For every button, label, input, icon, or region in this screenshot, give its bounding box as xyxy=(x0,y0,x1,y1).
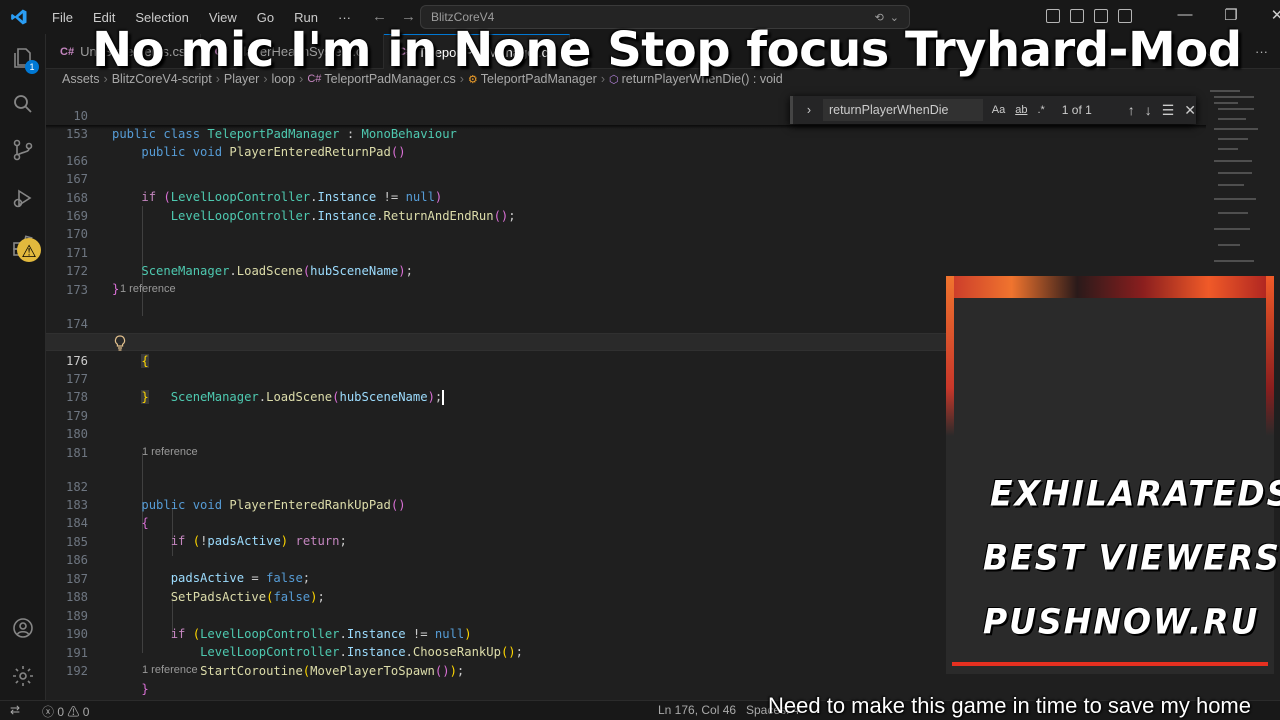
remote-indicator-icon[interactable]: ⇄ xyxy=(10,703,20,717)
code-line: 168 LevelLoopController.Instance.ReturnA… xyxy=(46,171,1206,223)
layout-controls xyxy=(1046,9,1132,23)
warning-icon: ⚠ xyxy=(67,705,80,719)
code-line: 169 xyxy=(46,189,1206,223)
code-line: 166 xyxy=(46,134,1206,168)
whole-word-toggle[interactable]: ab xyxy=(1012,103,1030,117)
activity-bar: 1 ⚠ xyxy=(0,34,46,700)
stream-subtitle-caption: Need to make this game in time to save m… xyxy=(768,693,1251,718)
error-count: 0 xyxy=(57,705,65,719)
account-icon[interactable] xyxy=(9,614,37,642)
explorer-icon[interactable]: 1 xyxy=(9,44,39,74)
code-text: } xyxy=(112,282,120,296)
close-button[interactable]: ✕ xyxy=(1254,6,1280,24)
find-input-value: returnPlayerWhenDie xyxy=(828,103,949,117)
explorer-badge: 1 xyxy=(25,60,39,74)
extensions-icon[interactable]: ⚠ xyxy=(9,232,41,262)
find-buttons: ↑ ↓ ☰ ✕ xyxy=(1128,102,1196,119)
overlay-best-viewers: BEST VIEWERS xyxy=(983,537,1280,578)
code-line: 171 SceneManager.LoadScene(hubSceneName)… xyxy=(46,226,1206,278)
more-actions-icon[interactable]: ··· xyxy=(1255,44,1268,60)
find-widget: › returnPlayerWhenDie Aa ab .* 1 of 1 ↑ … xyxy=(790,96,1196,124)
webcam-frame-right xyxy=(1266,276,1274,436)
find-input[interactable]: returnPlayerWhenDie xyxy=(822,99,983,121)
regex-toggle[interactable]: .* xyxy=(1034,103,1047,117)
match-count: 1 of 1 xyxy=(1061,103,1092,117)
run-debug-icon[interactable] xyxy=(9,184,37,212)
svg-text:⚠: ⚠ xyxy=(21,241,36,261)
toggle-sidebar-icon[interactable] xyxy=(1070,9,1084,23)
source-control-icon[interactable] xyxy=(9,136,37,164)
vscode-logo-icon xyxy=(8,6,30,28)
lightbulb-icon[interactable] xyxy=(114,335,126,351)
sticky-scroll-shadow xyxy=(46,125,1206,129)
problems-indicator[interactable]: ⓧ 0 ⚠ 0 xyxy=(42,703,89,720)
warning-badge-icon: ⚠ xyxy=(17,238,41,262)
overlay-streamer-name: EXHILARATEDSI xyxy=(990,473,1280,514)
menu-file[interactable]: File xyxy=(42,10,83,25)
match-case-toggle[interactable]: Aa xyxy=(989,103,1008,117)
settings-gear-icon[interactable] xyxy=(9,662,37,690)
customize-layout-icon[interactable] xyxy=(1046,9,1060,23)
stream-title-caption: No mic I'm in None Stop focus Tryhard-Mo… xyxy=(92,22,1242,78)
next-match-icon[interactable]: ↓ xyxy=(1145,102,1152,119)
toggle-panel-icon[interactable] xyxy=(1094,9,1108,23)
find-options: Aa ab .* xyxy=(989,103,1048,117)
toggle-secondary-sidebar-icon[interactable] xyxy=(1118,9,1132,23)
find-in-selection-icon[interactable]: ☰ xyxy=(1162,102,1175,119)
error-icon: ⓧ xyxy=(42,705,55,719)
code-line: 170 xyxy=(46,207,1206,241)
overlay-promo: PUSHNOW.RU xyxy=(983,601,1260,642)
previous-match-icon[interactable]: ↑ xyxy=(1128,102,1135,119)
webcam-frame-left xyxy=(946,276,954,436)
cursor-position[interactable]: Ln 176, Col 46 xyxy=(658,703,736,717)
close-find-icon[interactable]: ✕ xyxy=(1184,102,1196,119)
search-icon[interactable] xyxy=(9,90,37,118)
csharp-file-icon: C# xyxy=(60,45,75,58)
code-line: 172 } xyxy=(46,244,1206,296)
stream-webcam-overlay: EXHILARATEDSI BEST VIEWERS PUSHNOW.RU xyxy=(946,276,1280,674)
code-line: 167 if (LevelLoopController.Instance != … xyxy=(46,152,1206,204)
webcam-frame-bottom xyxy=(952,662,1268,666)
webcam-frame-top xyxy=(946,276,1274,298)
warning-count: 0 xyxy=(82,705,90,719)
toggle-replace-chevron-icon[interactable]: › xyxy=(799,103,819,117)
